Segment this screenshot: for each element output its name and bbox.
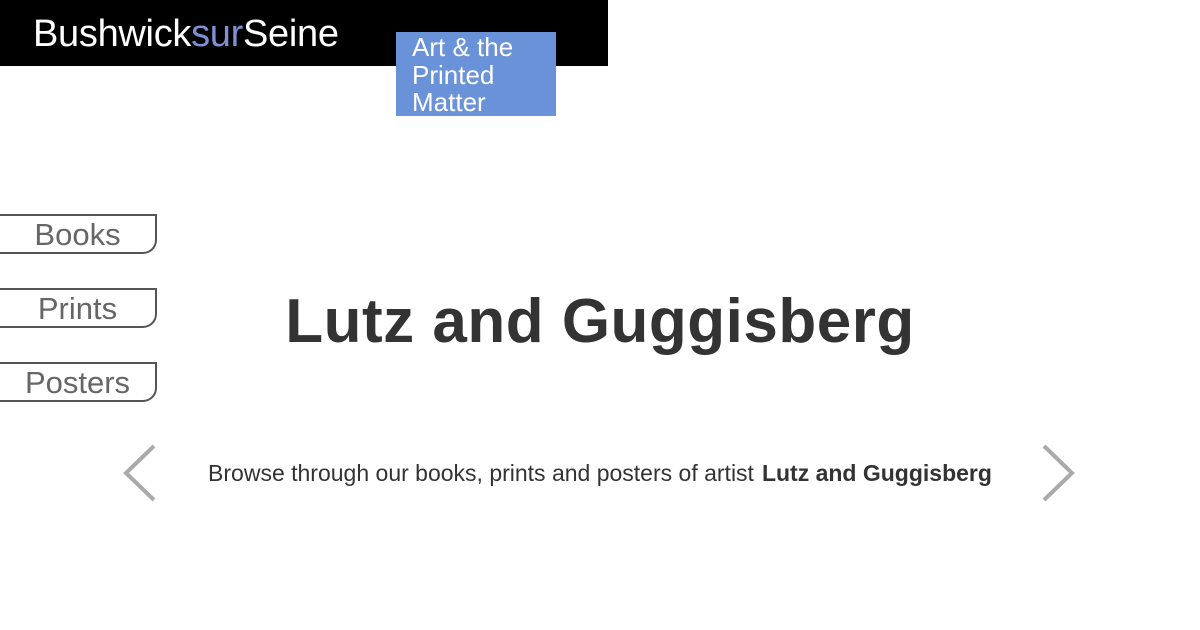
nav-tab-posters-label: Posters bbox=[24, 365, 131, 400]
brand-logo[interactable]: BushwicksurSeine bbox=[33, 12, 339, 56]
nav-tab-books-label: Books bbox=[34, 217, 121, 252]
tagline-badge: Art & the Printed Matter bbox=[396, 32, 556, 116]
brand-name-accent: sur bbox=[191, 13, 243, 55]
nav-tab-books[interactable]: Books bbox=[0, 214, 157, 254]
browse-artist-name: Lutz and Guggisberg bbox=[761, 460, 992, 486]
brand-name-part1: Bushwick bbox=[33, 13, 192, 55]
nav-tab-posters[interactable]: Posters bbox=[0, 362, 157, 402]
next-arrow-button[interactable] bbox=[1040, 444, 1080, 502]
page: BushwicksurSeine Art & the Printed Matte… bbox=[0, 0, 1200, 630]
browse-line: Browse through our books, prints and pos… bbox=[0, 458, 1200, 488]
brand-name-part2: Seine bbox=[243, 13, 339, 55]
artist-title: Lutz and Guggisberg bbox=[285, 287, 915, 356]
chevron-right-icon bbox=[1042, 444, 1075, 502]
browse-text: Browse through our books, prints and pos… bbox=[208, 460, 754, 486]
tagline-text: Art & the Printed Matter bbox=[412, 32, 514, 117]
